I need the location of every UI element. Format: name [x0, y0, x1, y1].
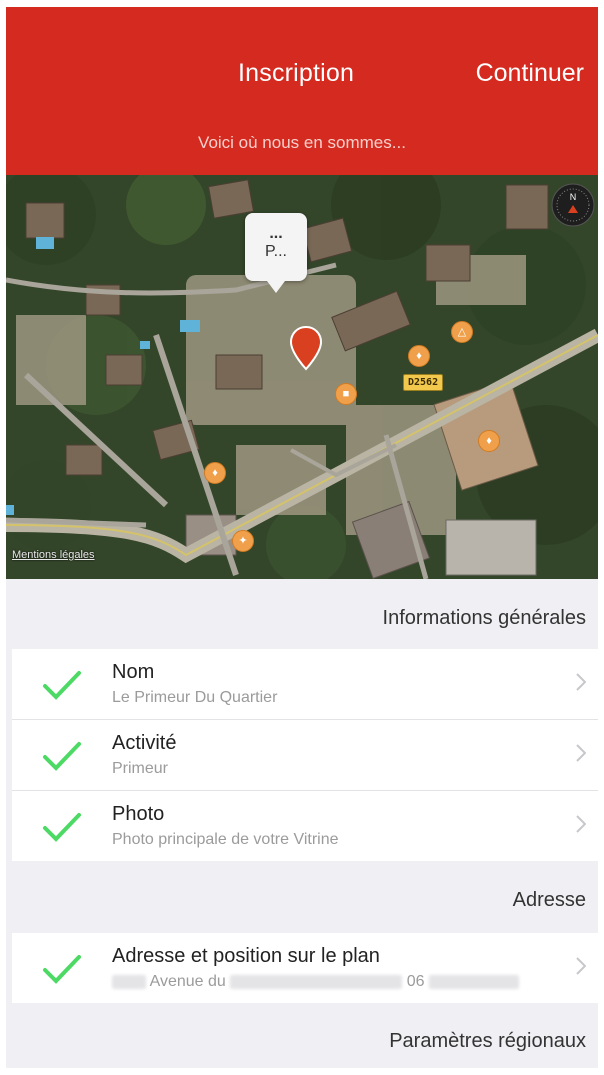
section-title-address: Adresse — [512, 889, 586, 911]
chevron-right-icon — [576, 673, 587, 696]
redacted-text — [230, 974, 403, 989]
section-title-general: Informations générales — [382, 607, 586, 629]
address-street: Avenue du — [149, 973, 226, 990]
page-title: Inscription — [238, 59, 355, 87]
continue-button[interactable]: Continuer — [476, 59, 584, 88]
redacted-text — [428, 974, 519, 989]
check-icon — [42, 811, 82, 848]
row-label: Nom — [112, 661, 155, 683]
legal-notice-link[interactable]: Mentions légales — [12, 549, 95, 561]
poi-shopping-icon[interactable]: ♦ — [204, 462, 226, 484]
chevron-right-icon — [576, 744, 587, 767]
row-value: Photo principale de votre Vitrine — [112, 831, 339, 848]
chevron-right-icon — [576, 815, 587, 838]
row-photo[interactable]: Photo Photo principale de votre Vitrine — [12, 791, 598, 861]
header-bar: Inscription Continuer Voici où nous en s… — [6, 7, 598, 175]
screen: Inscription Continuer Voici où nous en s… — [6, 7, 598, 1068]
general-info-card: Nom Le Primeur Du Quartier Activité Prim… — [12, 649, 598, 861]
poi-store-icon[interactable]: ♦ — [478, 430, 500, 452]
row-address[interactable]: Adresse et position sur le plan Avenue d… — [12, 933, 598, 1003]
section-title-regional: Paramètres régionaux — [389, 1030, 586, 1052]
row-label: Adresse et position sur le plan — [112, 945, 380, 967]
poi-clothing-icon[interactable]: △ — [451, 321, 473, 343]
address-card: Adresse et position sur le plan Avenue d… — [12, 933, 598, 1003]
compass-label: N — [570, 192, 577, 202]
check-icon — [42, 669, 82, 706]
poi-shop-icon[interactable]: ♦ — [408, 345, 430, 367]
check-icon — [42, 953, 82, 990]
header-subtitle: Voici où nous en sommes... — [198, 133, 406, 152]
map-callout[interactable]: ... P... — [245, 213, 307, 293]
address-postcode: 06 — [406, 973, 425, 990]
row-name[interactable]: Nom Le Primeur Du Quartier — [12, 649, 598, 720]
row-value: Primeur — [112, 760, 169, 777]
poi-restaurant-icon[interactable]: ✦ — [232, 530, 254, 552]
redacted-text — [112, 974, 146, 989]
callout-dots: ... — [269, 225, 283, 242]
row-activity[interactable]: Activité Primeur — [12, 720, 598, 791]
address-value: Avenue du 06 — [112, 973, 519, 991]
chevron-right-icon — [576, 957, 587, 980]
map-view[interactable]: ... P... ♦ △ ■ ♦ ✦ ♦ D2562 N Mentions lé… — [6, 175, 598, 579]
poi-hotel-icon[interactable]: ■ — [335, 383, 357, 405]
row-value: Le Primeur Du Quartier — [112, 689, 278, 706]
callout-text: P... — [265, 243, 287, 260]
check-icon — [42, 740, 82, 777]
road-label: D2562 — [403, 374, 444, 391]
row-label: Photo — [112, 803, 165, 825]
row-label: Activité — [112, 732, 177, 754]
